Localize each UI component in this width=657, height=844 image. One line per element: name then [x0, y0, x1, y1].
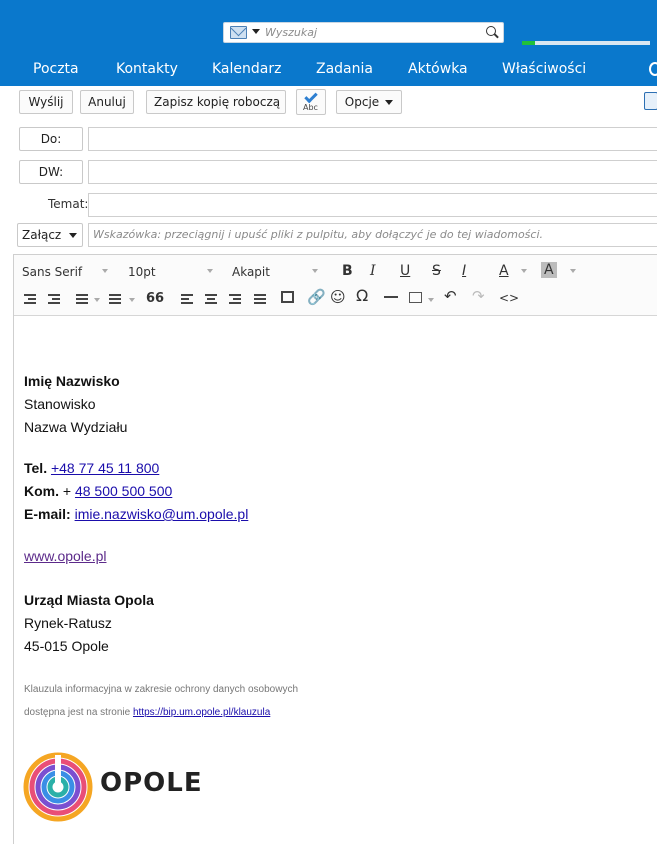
top-bar: Poczta Kontakty Kalendarz Zadania Aktówk… — [0, 0, 657, 86]
spellcheck-abc-label: Abc — [303, 103, 318, 112]
special-char-icon[interactable]: Ω — [356, 288, 368, 304]
sig-website: www.opole.pl — [24, 548, 107, 564]
align-right-icon[interactable] — [229, 294, 241, 304]
send-button[interactable]: Wyślij — [19, 90, 73, 114]
cc-button[interactable]: DW: — [19, 160, 83, 184]
sig-email-label: E-mail: — [24, 506, 71, 522]
chevron-down-icon[interactable] — [129, 298, 135, 302]
chevron-down-icon[interactable] — [207, 269, 213, 273]
chevron-down-icon[interactable] — [252, 29, 260, 34]
align-left-icon[interactable] — [181, 294, 193, 304]
italic-icon[interactable]: I — [370, 263, 376, 279]
cancel-button[interactable]: Anuluj — [80, 90, 134, 114]
blockquote-icon[interactable]: 66 — [146, 291, 164, 307]
strikethrough-icon[interactable]: S — [432, 263, 441, 279]
refresh-icon[interactable] — [649, 62, 657, 76]
search-icon[interactable] — [486, 26, 496, 36]
save-draft-button[interactable]: Zapisz kopię roboczą — [146, 90, 286, 114]
tab-zadania[interactable]: Zadania — [316, 61, 373, 77]
sig-tel-label: Tel. — [24, 460, 48, 476]
paragraph-select[interactable]: Akapit — [232, 265, 270, 279]
table-icon[interactable] — [409, 292, 422, 303]
sig-tel-link[interactable]: +48 77 45 11 800 — [51, 460, 159, 476]
sig-mobile: Kom. + 48 500 500 500 — [24, 483, 172, 499]
chevron-down-icon[interactable] — [570, 269, 576, 273]
message-editor[interactable]: Sans Serif 10pt Akapit B I U S I A A 66 … — [13, 254, 657, 844]
options-label: Opcje — [344, 95, 380, 109]
chevron-down-icon[interactable] — [94, 298, 100, 302]
tab-aktowka[interactable]: Aktówka — [408, 61, 468, 77]
cc-field[interactable] — [88, 160, 657, 184]
chevron-down-icon[interactable] — [521, 269, 527, 273]
sig-street: Rynek-Ratusz — [24, 615, 112, 631]
attach-label: Załącz — [22, 228, 62, 242]
sig-mobile-link[interactable]: 48 500 500 500 — [75, 483, 172, 499]
sig-name: Imię Nazwisko — [24, 373, 120, 389]
format-toolbar: Sans Serif 10pt Akapit B I U S I A A 66 … — [14, 255, 657, 316]
align-center-icon[interactable] — [205, 294, 217, 304]
redo-icon[interactable]: ↷ — [472, 288, 485, 304]
indent-icon[interactable] — [48, 294, 60, 304]
search-input[interactable] — [265, 24, 475, 41]
chevron-down-icon — [69, 233, 77, 238]
opole-logo-icon — [23, 752, 93, 822]
bullet-list-icon[interactable] — [76, 294, 88, 304]
image-icon[interactable] — [281, 291, 294, 303]
clear-format-icon[interactable]: I — [462, 263, 466, 279]
attach-button[interactable]: Załącz — [17, 223, 83, 247]
font-family-select[interactable]: Sans Serif — [22, 265, 82, 279]
sig-email: E-mail: imie.nazwisko@um.opole.pl — [24, 506, 248, 522]
tab-kalendarz[interactable]: Kalendarz — [212, 61, 281, 77]
opole-logo-text: OPOLE — [100, 768, 203, 798]
sig-department: Nazwa Wydziału — [24, 419, 128, 435]
emoticon-icon[interactable]: ☺ — [330, 289, 346, 305]
to-button[interactable]: Do: — [19, 127, 83, 151]
search-box[interactable] — [223, 22, 504, 43]
underline-icon[interactable]: U — [400, 263, 410, 279]
subject-label: Temat: — [48, 197, 89, 211]
sig-city: 45-015 Opole — [24, 638, 109, 654]
spellcheck-icon — [304, 89, 318, 104]
mail-account-icon[interactable] — [230, 26, 247, 39]
chevron-down-icon[interactable] — [102, 269, 108, 273]
link-icon[interactable]: 🔗 — [307, 289, 326, 305]
sig-clause-line1: Klauzula informacyjna w zakresie ochrony… — [24, 684, 299, 695]
sig-position: Stanowisko — [24, 396, 96, 412]
tab-kontakty[interactable]: Kontakty — [116, 61, 178, 77]
subject-field[interactable] — [88, 193, 657, 217]
horizontal-rule-icon[interactable] — [384, 296, 398, 298]
attach-drop-hint[interactable]: Wskazówka: przeciągnij i upuść pliki z p… — [88, 223, 657, 247]
chevron-down-icon — [385, 100, 394, 105]
justify-icon[interactable] — [254, 294, 266, 304]
sig-clause-prefix: dostępna jest na stronie — [24, 707, 131, 718]
popout-icon[interactable] — [644, 92, 657, 110]
numbered-list-icon[interactable] — [109, 294, 121, 304]
sig-mobile-label: Kom. — [24, 483, 59, 499]
sig-website-link[interactable]: www.opole.pl — [24, 548, 107, 564]
chevron-down-icon[interactable] — [312, 269, 318, 273]
sig-email-link[interactable]: imie.nazwisko@um.opole.pl — [75, 506, 249, 522]
progress-fill — [522, 41, 535, 45]
sig-clause-line2: dostępna jest na stronie https://bip.um.… — [24, 707, 270, 718]
sig-org: Urząd Miasta Opola — [24, 592, 154, 608]
font-color-icon[interactable]: A — [499, 263, 509, 279]
progress-bar — [522, 41, 650, 45]
sig-tel: Tel. +48 77 45 11 800 — [24, 460, 159, 476]
bold-icon[interactable]: B — [342, 263, 353, 279]
outdent-icon[interactable] — [24, 294, 36, 304]
chevron-down-icon[interactable] — [428, 298, 434, 302]
sig-clause-link[interactable]: https://bip.um.opole.pl/klauzula — [133, 707, 270, 718]
source-code-icon[interactable]: <> — [499, 290, 519, 306]
background-color-icon[interactable]: A — [541, 262, 557, 278]
tab-poczta[interactable]: Poczta — [33, 61, 79, 77]
font-size-select[interactable]: 10pt — [128, 265, 156, 279]
sig-mobile-prefix: + — [62, 483, 72, 499]
options-button[interactable]: Opcje — [336, 90, 402, 114]
undo-icon[interactable]: ↶ — [444, 288, 457, 304]
spellcheck-button[interactable]: Abc — [296, 89, 326, 115]
tab-wlasciwosci[interactable]: Właściwości — [502, 61, 586, 77]
to-field[interactable] — [88, 127, 657, 151]
